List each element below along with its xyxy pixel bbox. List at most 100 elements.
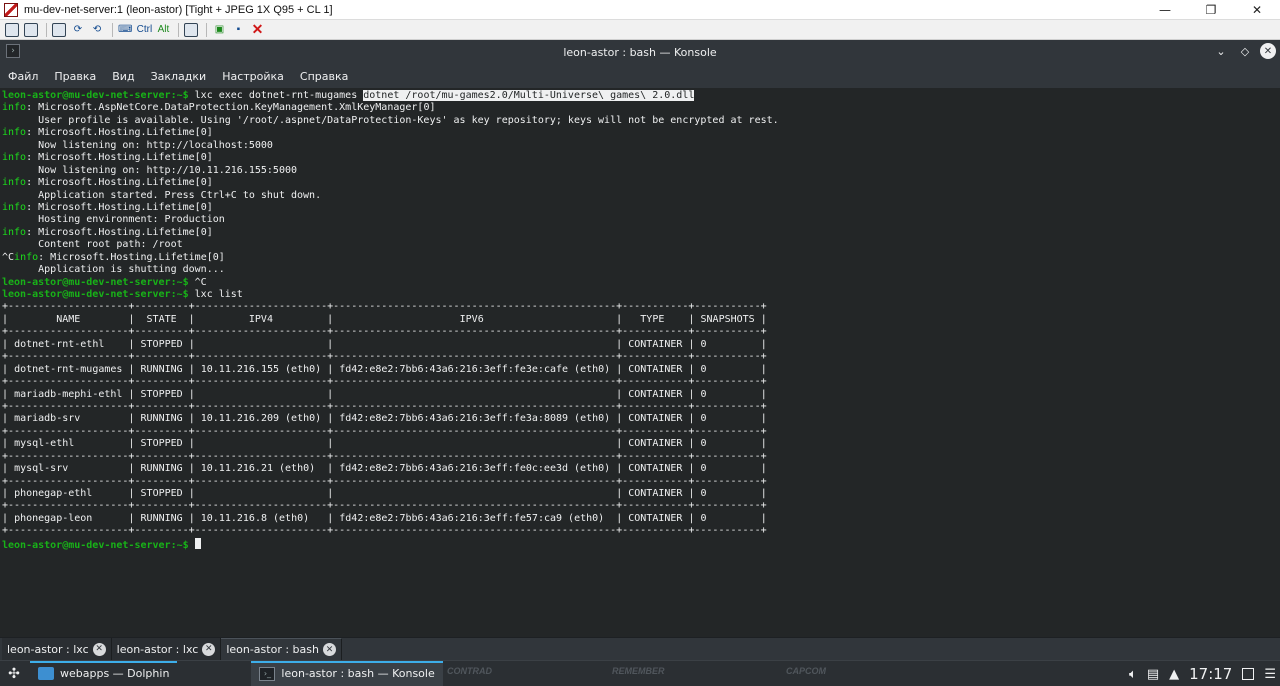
connection-options-button[interactable] [4,22,20,38]
table-cell: STATE [146,313,177,325]
table-row: | mysql-ethl | STOPPED | | | CONTAINER |… [2,438,767,450]
tab-lxc-2[interactable]: leon-astor : lxc ✕ [111,638,222,660]
alt-key-button[interactable]: Alt [155,22,171,38]
terminal-output[interactable]: leon-astor@mu-dev-net-server:~$ lxc exec… [0,88,1280,637]
application-launcher-button[interactable]: ✣ [2,662,26,686]
table-border: +--------------------+---------+--------… [2,450,767,462]
refresh-alt-button[interactable]: ⟲ [89,22,105,38]
save-connection-button[interactable]: ▪ [230,22,246,38]
table-border: +--------------------+---------+--------… [2,525,767,537]
table-border: +--------------------+---------+--------… [2,400,767,412]
disconnect-button[interactable]: ✕ [249,21,265,38]
table-cell: STOPPED [140,338,183,350]
table-row: | mariadb-srv | RUNNING | 10.11.216.209 … [2,413,767,425]
terminal-line: ^Cinfo: Microsoft.Hosting.Lifetime[0] [2,252,1280,264]
vnc-window-controls: — ❐ ✕ [1142,0,1280,20]
folder-icon [38,667,54,680]
connection-info-button[interactable] [23,22,39,38]
table-cell: 10.11.216.21 (eth0) [200,463,316,475]
tab-label: leon-astor : lxc [116,642,199,656]
refresh-alt-icon: ⟲ [92,24,102,35]
konsole-window-title: leon-astor : bash — Konsole [563,45,717,59]
log-line: info: Microsoft.Hosting.Lifetime[0] [2,152,1280,164]
full-screen-button[interactable] [51,22,67,38]
panel-options-icon[interactable]: ☰ [1264,667,1276,682]
menu-help[interactable]: Справка [300,70,348,83]
table-cell: dotnet-rnt-ethl [14,338,105,350]
log-text: Content root path: /root [2,239,183,251]
log-level-tag: info [2,152,27,164]
table-border: +--------------------+---------+--------… [2,326,767,338]
log-level-tag: info [2,201,27,213]
tab-bash[interactable]: leon-astor : bash ✕ [221,638,342,660]
terminal-icon: ›_ [259,666,276,681]
log-text: : Microsoft.Hosting.Lifetime[0] [26,127,213,139]
vnc-window-title: mu-dev-net-server:1 (leon-astor) [Tight … [24,3,333,16]
menu-settings[interactable]: Настройка [222,70,284,83]
konsole-close-button[interactable]: ✕ [1260,43,1276,59]
ctrl-key-button[interactable]: Ctrl [136,22,153,38]
menu-file[interactable]: Файл [8,70,38,83]
tab-close-icon[interactable]: ✕ [92,642,106,656]
table-row: | dotnet-rnt-ethl | STOPPED | | | CONTAI… [2,338,767,350]
log-text: Now listening on: http://localhost:5000 [2,139,273,151]
request-refresh-button[interactable]: ⟳ [70,22,86,38]
table-cell: 0 [700,388,707,400]
system-tray: 🔈︎ ▤ ▲ 17:17 ☰ [1129,661,1280,686]
log-line: Content root path: /root [2,239,1280,251]
menu-view[interactable]: Вид [112,70,134,83]
tab-lxc-1[interactable]: leon-astor : lxc ✕ [2,638,112,660]
clock[interactable]: 17:17 [1189,665,1232,683]
table-cell: CONTAINER [628,363,683,375]
minimize-button[interactable]: — [1142,0,1188,20]
tab-close-icon[interactable]: ✕ [202,642,216,656]
keyboard-icon: ⌨ [118,24,133,35]
new-connection-button[interactable]: ▣ [211,22,227,38]
toolbar-separator [178,22,180,37]
log-text: : Microsoft.Hosting.Lifetime[0] [26,177,213,189]
table-border: +--------------------+---------+--------… [2,376,767,388]
table-cell: 10.11.216.209 (eth0) [200,413,322,425]
maximize-button[interactable]: ❐ [1188,0,1234,20]
konsole-minimize-button[interactable]: ⌄ [1212,42,1230,60]
ctrl-c-echo: ^C [2,251,15,263]
table-border: +--------------------+---------+--------… [2,351,767,363]
table-cell: IPV4 [248,313,273,325]
task-label: leon-astor : bash — Konsole [281,667,435,680]
task-dolphin[interactable]: webapps — Dolphin [30,660,178,686]
task-konsole[interactable]: ›_ leon-astor : bash — Konsole [251,660,443,686]
clipboard-button[interactable] [183,22,199,38]
log-level-tag: info [2,226,27,238]
table-cell: STOPPED [140,438,183,450]
table-border: +--------------------+---------+--------… [2,475,767,487]
log-line: Now listening on: http://10.11.216.155:5… [2,165,1280,177]
task-indicator [251,660,443,663]
volume-icon[interactable]: 🔈︎ [1129,667,1137,682]
konsole-keep-above-button[interactable]: ◇ [1236,42,1254,60]
menu-edit[interactable]: Правка [54,70,96,83]
clipboard-icon [184,22,199,37]
table-cell: CONTAINER [628,488,683,499]
tab-close-icon[interactable]: ✕ [322,643,336,656]
menu-bookmarks[interactable]: Закладки [151,70,207,83]
save-icon: ▪ [236,24,241,35]
toolbar-separator [112,22,113,37]
close-button[interactable]: ✕ [1234,0,1280,20]
clipboard-icon[interactable]: ▤ [1147,667,1159,682]
command-text: ^C [194,276,207,288]
tray-expand-icon[interactable]: ▲ [1169,667,1179,682]
ctrl-alt-del-button[interactable]: ⌨ [117,22,133,38]
terminal-line: leon-astor@mu-dev-net-server:~$ lxc list [2,289,1280,301]
table-cell: CONTAINER [628,388,683,400]
terminal-line: leon-astor@mu-dev-net-server:~$ lxc exec… [2,90,1280,102]
full-screen-icon [52,22,66,37]
konsole-tab-bar: leon-astor : lxc ✕ leon-astor : lxc ✕ leon… [0,637,1280,660]
table-row: | phonegap-ethl | STOPPED | | | CONTAINE… [2,488,767,499]
log-level-tag: info [2,102,27,114]
table-cell: 10.11.216.8 (eth0) [200,512,310,524]
log-level-tag: info [2,177,27,189]
table-cell: phonegap-ethl [14,488,93,499]
show-desktop-icon[interactable] [1242,668,1255,680]
table-cell: fd42:e8e2:7bb6:43a6:216:3eff:fe3e:cafe (… [339,363,611,375]
table-cell: CONTAINER [628,438,683,450]
